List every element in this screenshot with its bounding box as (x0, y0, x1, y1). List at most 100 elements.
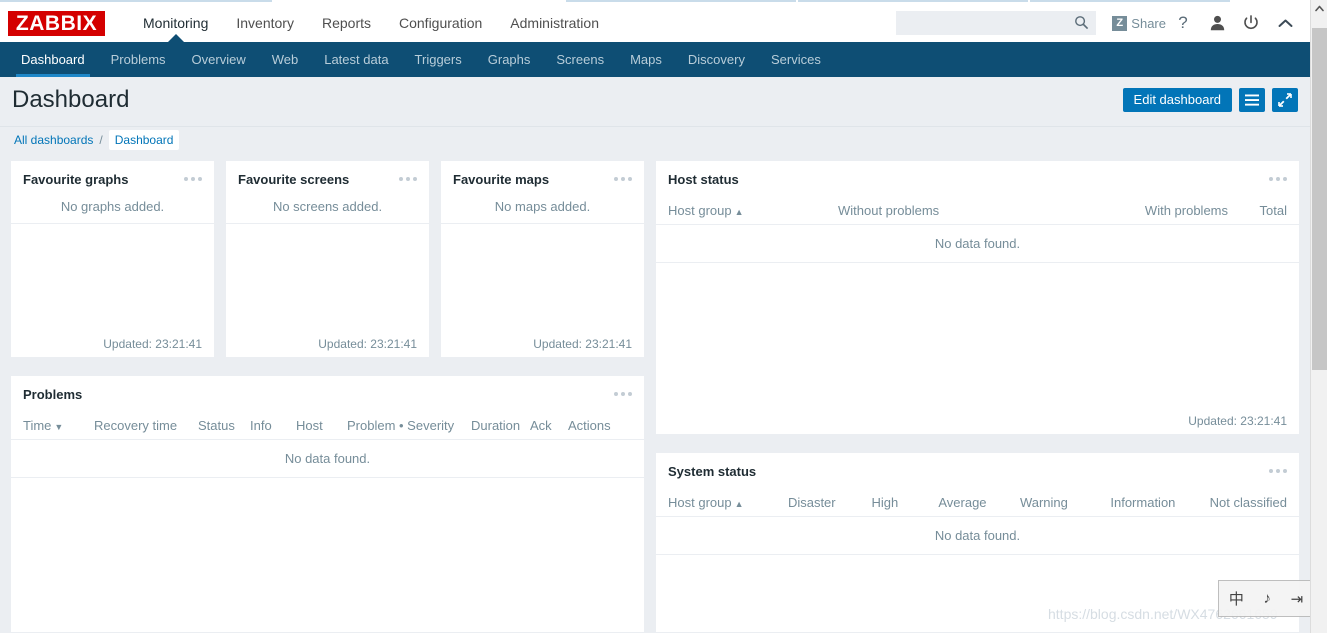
sign-out-button[interactable] (1234, 4, 1268, 42)
column-header-recovery-time[interactable]: Recovery time (94, 418, 198, 433)
widget-title: Problems (23, 386, 83, 402)
column-label: Time (23, 418, 52, 433)
empty-message: No graphs added. (11, 197, 214, 224)
global-search[interactable] (896, 11, 1097, 35)
widget-host-status: Host status Host group ▲ Without problems… (655, 160, 1300, 435)
breadcrumb-current-dashboard[interactable]: Dashboard (108, 130, 180, 150)
app-header: ZABBIX Monitoring Inventory Reports Conf… (0, 4, 1310, 42)
subnav-item-maps[interactable]: Maps (617, 42, 675, 77)
subnav-item-triggers[interactable]: Triggers (402, 42, 475, 77)
problems-empty-message: No data found. (11, 440, 644, 478)
ime-mode-icon[interactable]: ♪ (1263, 590, 1271, 607)
kiosk-mode-button[interactable] (1272, 87, 1298, 112)
user-profile-button[interactable] (1200, 4, 1234, 42)
column-header-time[interactable]: Time ▼ (23, 418, 94, 433)
widget-updated-timestamp: Updated: 23:21:41 (1188, 414, 1287, 428)
main-navigation: Monitoring Inventory Reports Configurati… (129, 4, 613, 42)
page-scrollbar[interactable] (1310, 0, 1327, 633)
widget-body: No graphs added. Updated: 23:21:41 (11, 197, 214, 357)
breadcrumb-all-dashboards[interactable]: All dashboards (14, 133, 93, 147)
page-titlebar: Dashboard Edit dashboard (0, 77, 1310, 122)
zabbix-share-icon: Z (1112, 15, 1128, 31)
widget-title: Favourite maps (453, 171, 550, 187)
column-header-info: Info (250, 418, 272, 433)
subnav-item-screens[interactable]: Screens (543, 42, 617, 77)
column-header-not-classified: Not classified (1209, 495, 1287, 510)
widget-header: System status (656, 453, 1299, 489)
help-button[interactable]: ? (1166, 4, 1200, 42)
nav-item-monitoring[interactable]: Monitoring (129, 4, 222, 42)
column-header-average: Average (938, 495, 987, 510)
widget-title: System status (668, 463, 757, 479)
widget-menu-icon[interactable] (1261, 465, 1287, 477)
column-header-high: High (871, 495, 899, 510)
column-header-total: Total (1259, 203, 1287, 218)
problems-table-header: Time ▼ Recovery time Status Info Host Pro… (11, 412, 644, 440)
sort-indicator: ▲ (734, 499, 744, 509)
subnav-item-overview[interactable]: Overview (179, 42, 259, 77)
column-header-without-problems: Without problems (838, 203, 940, 218)
subnav-item-latest-data[interactable]: Latest data (311, 42, 401, 77)
browser-tab-edge (0, 0, 272, 2)
subnav-item-discovery[interactable]: Discovery (675, 42, 758, 77)
hamburger-icon (1245, 94, 1259, 106)
widget-menu-icon[interactable] (606, 173, 632, 185)
dashboard-right-column: Host status Host group ▲ Without problems… (655, 160, 1300, 633)
widget-menu-icon[interactable] (176, 173, 202, 185)
column-header-status[interactable]: Status (198, 418, 250, 433)
subnav-item-graphs[interactable]: Graphs (475, 42, 544, 77)
widget-header: Favourite maps (441, 161, 644, 197)
edit-dashboard-button[interactable]: Edit dashboard (1122, 87, 1232, 112)
nav-item-inventory[interactable]: Inventory (222, 4, 308, 42)
browser-tab-edge (798, 0, 1028, 2)
widget-body: Updated: 23:21:41 (656, 263, 1299, 434)
dashboard-menu-button[interactable] (1239, 87, 1265, 112)
widget-body: No maps added. Updated: 23:21:41 (441, 197, 644, 357)
scrollbar-up-button[interactable] (1311, 0, 1327, 17)
user-icon (1210, 15, 1224, 31)
column-header-actions: Actions (568, 418, 611, 433)
share-button[interactable]: Z Share (1112, 15, 1166, 31)
page-title: Dashboard (12, 85, 130, 113)
empty-message: No screens added. (226, 197, 429, 224)
system-status-empty-message: No data found. (656, 517, 1299, 555)
widget-header: Favourite screens (226, 161, 429, 197)
subnav-item-services[interactable]: Services (758, 42, 834, 77)
widget-title: Favourite graphs (23, 171, 129, 187)
ime-language-icon[interactable]: 中 (1229, 588, 1244, 609)
column-header-host-group[interactable]: Host group ▲ (668, 203, 838, 218)
empty-message: No maps added. (441, 197, 644, 224)
widget-updated-timestamp: Updated: 23:21:41 (103, 337, 202, 351)
ime-extra-icon[interactable]: ⇥ (1291, 590, 1304, 608)
ime-toolbar[interactable]: 中 ♪ ⇥ (1218, 580, 1314, 617)
nav-item-configuration[interactable]: Configuration (385, 4, 496, 42)
dashboard-row-top: Favourite graphs No graphs added. Update… (10, 160, 1300, 633)
widget-favourite-screens: Favourite screens No screens added. Upda… (225, 160, 430, 358)
widget-updated-timestamp: Updated: 23:21:41 (533, 337, 632, 351)
search-input[interactable] (896, 11, 1097, 35)
browser-tab-edge (1030, 0, 1230, 2)
column-header-host[interactable]: Host (296, 418, 347, 433)
subnav-item-dashboard[interactable]: Dashboard (8, 42, 98, 77)
widget-system-status: System status Host group ▲ Disaster High … (655, 452, 1300, 633)
widget-menu-icon[interactable] (391, 173, 417, 185)
column-header-host-group[interactable]: Host group ▲ (668, 495, 788, 510)
column-header-ack[interactable]: Ack (530, 418, 568, 433)
browser-tab-gap (274, 0, 564, 2)
host-status-table-header: Host group ▲ Without problems With proble… (656, 197, 1299, 225)
nav-item-reports[interactable]: Reports (308, 4, 385, 42)
question-mark-icon: ? (1178, 13, 1188, 32)
collapse-header-button[interactable] (1268, 4, 1302, 42)
scrollbar-thumb[interactable] (1312, 28, 1327, 370)
widget-header: Host status (656, 161, 1299, 197)
widget-header: Favourite graphs (11, 161, 214, 197)
widget-menu-icon[interactable] (606, 388, 632, 400)
subnav-item-web[interactable]: Web (259, 42, 312, 77)
nav-item-administration[interactable]: Administration (496, 4, 613, 42)
subnav-item-problems[interactable]: Problems (98, 42, 179, 77)
widget-menu-icon[interactable] (1261, 173, 1287, 185)
zabbix-logo[interactable]: ZABBIX (8, 10, 105, 36)
column-header-problem-severity[interactable]: Problem • Severity (347, 418, 471, 433)
expand-icon (1278, 92, 1292, 107)
column-label: Host group (668, 495, 732, 510)
